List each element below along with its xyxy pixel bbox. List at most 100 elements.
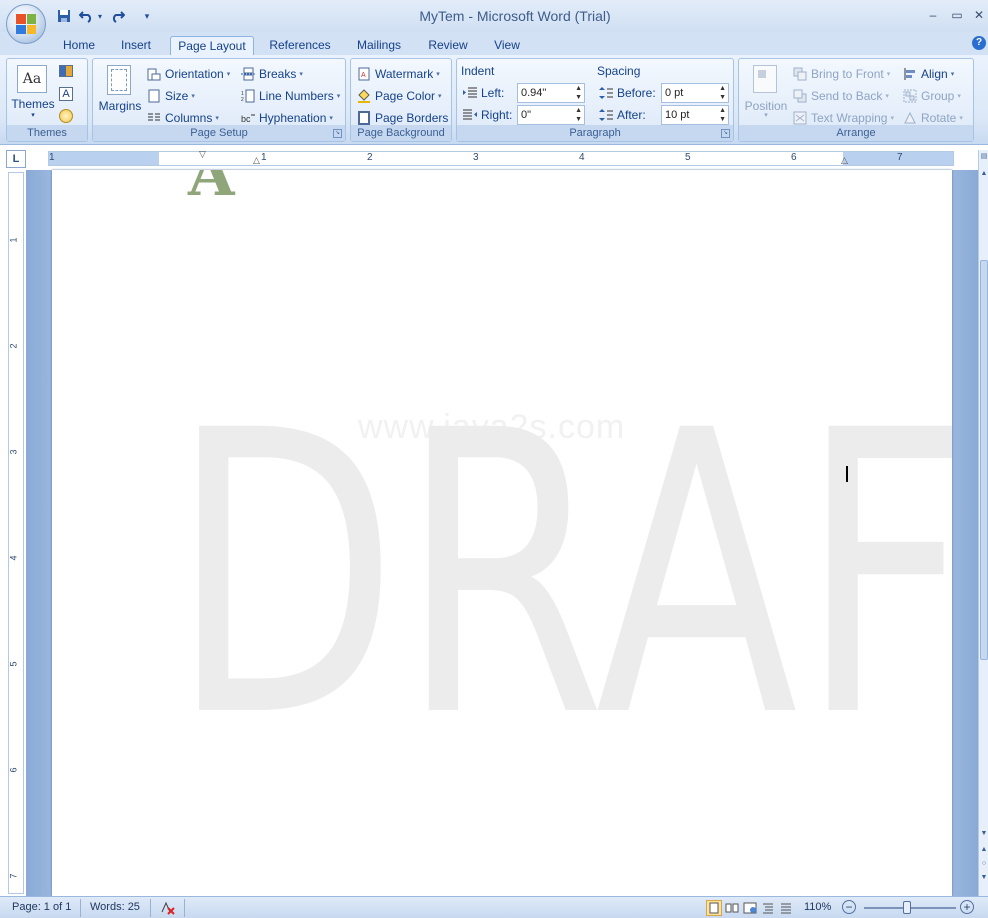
window-title: MyTem - Microsoft Word (Trial) [419, 8, 611, 24]
page-color-button[interactable]: Page Color ▾ [357, 87, 442, 105]
scroll-down-icon[interactable]: ▼ [979, 830, 988, 837]
page-background-group: A Watermark ▾ Page Color ▾ Page Borders Pa… [350, 58, 452, 142]
spin-arrows-icon[interactable]: ▲ ▼ [575, 106, 582, 124]
zoom-slider-thumb[interactable] [903, 901, 911, 914]
theme-fonts-icon[interactable]: A [59, 87, 73, 101]
tab-references[interactable]: References [266, 36, 334, 56]
text-cursor [846, 466, 848, 482]
text-wrapping-icon [793, 111, 807, 125]
bring-to-front-icon [793, 67, 807, 81]
group-button[interactable]: Group ▾ [903, 87, 961, 105]
ruler-number: 2 [367, 152, 373, 163]
position-icon[interactable] [753, 65, 777, 93]
ruler-number: 4 [579, 152, 585, 163]
spacing-before-input[interactable]: 0 pt ▲ ▼ [661, 83, 729, 103]
ruler-left-margin [49, 152, 159, 165]
maximize-button[interactable]: ▭ [948, 8, 966, 24]
zoom-out-button[interactable]: − [842, 900, 856, 914]
bring-to-front-button[interactable]: Bring to Front ▾ [793, 65, 890, 83]
margins-icon[interactable] [107, 65, 131, 95]
send-to-back-icon [793, 89, 807, 103]
zoom-in-button[interactable]: + [960, 900, 974, 914]
page-borders-icon [357, 111, 371, 125]
tab-insert[interactable]: Insert [114, 36, 158, 56]
watermark-icon: A [357, 67, 371, 81]
scroll-up-icon[interactable]: ▲ [979, 170, 988, 177]
ruler-number: 4 [8, 555, 19, 561]
paint-bucket-icon [357, 89, 371, 103]
help-icon[interactable]: ? [972, 36, 986, 50]
spacing-before-label: Before: [599, 84, 656, 102]
select-browse-object-icon[interactable]: ○ [979, 860, 988, 867]
ruler-number: 1 [49, 152, 55, 163]
themes-group-label: Themes [7, 125, 87, 141]
orientation-button[interactable]: Orientation ▾ [147, 65, 230, 83]
hanging-indent-icon[interactable]: △ [253, 155, 260, 166]
next-page-icon[interactable]: ▼ [979, 874, 988, 881]
vertical-scrollbar[interactable]: ▤ ▲ ▼ ▲ ○ ▼ [978, 150, 988, 896]
theme-effects-icon[interactable] [59, 109, 73, 123]
theme-colors-icon[interactable] [59, 65, 73, 77]
watermark-button[interactable]: A Watermark ▾ [357, 65, 440, 83]
minimize-button[interactable]: – [924, 8, 942, 24]
tab-home[interactable]: Home [58, 36, 100, 56]
scroll-thumb[interactable] [980, 260, 988, 660]
page-count[interactable]: Page: 1 of 1 [12, 901, 71, 913]
indent-left-input[interactable]: 0.94" ▲ ▼ [517, 83, 585, 103]
tab-selector-button[interactable]: L [6, 150, 26, 168]
ruler-number: 1 [261, 152, 267, 163]
web-layout-view-icon[interactable] [742, 900, 758, 916]
ribbon-tabs: Home Insert Page Layout References Maili… [0, 32, 988, 56]
full-screen-reading-icon[interactable] [724, 900, 740, 916]
spin-arrows-icon[interactable]: ▲ ▼ [575, 84, 582, 102]
line-numbers-button[interactable]: 12 Line Numbers ▾ [241, 87, 340, 105]
ruler-number: 5 [8, 661, 19, 667]
themes-button[interactable]: Themes [9, 97, 57, 111]
breaks-button[interactable]: Breaks ▾ [241, 65, 303, 83]
first-line-indent-icon[interactable]: ▽ [199, 149, 206, 160]
align-button[interactable]: Align ▾ [903, 65, 954, 83]
document-area: A www.java2s.com DRAFT [26, 170, 978, 896]
tab-view[interactable]: View [488, 36, 526, 56]
spacing-before-icon [599, 86, 613, 100]
ruler-toggle-icon[interactable]: ▤ [979, 152, 988, 160]
proofing-errors-icon[interactable] [160, 900, 176, 916]
send-to-back-button[interactable]: Send to Back ▾ [793, 87, 889, 105]
themes-thumbnail-icon[interactable]: Aa [17, 65, 47, 93]
columns-icon [147, 111, 161, 125]
spacing-after-input[interactable]: 10 pt ▲ ▼ [661, 105, 729, 125]
indent-left-label: Left: [463, 84, 504, 102]
previous-page-icon[interactable]: ▲ [979, 846, 988, 853]
office-button[interactable] [6, 4, 46, 44]
tab-review[interactable]: Review [424, 36, 472, 56]
themes-caret-icon[interactable]: ▾ [9, 111, 57, 119]
close-button[interactable]: ✕ [970, 8, 988, 24]
margins-button[interactable]: Margins [95, 99, 145, 113]
spin-arrows-icon[interactable]: ▲ ▼ [719, 106, 726, 124]
document-top-letter: A [188, 170, 235, 210]
zoom-level[interactable]: 110% [804, 901, 831, 913]
spacing-after-icon [599, 108, 613, 122]
position-caret-icon: ▾ [764, 112, 768, 119]
breaks-icon [241, 67, 255, 81]
outline-view-icon[interactable] [760, 900, 776, 916]
document-page[interactable]: A www.java2s.com DRAFT [52, 170, 952, 896]
spacing-after-label: After: [599, 106, 646, 124]
page-setup-group-label: Page Setup [93, 125, 345, 141]
align-icon [903, 67, 917, 81]
horizontal-ruler[interactable]: 1 1 2 3 4 5 6 7 ▽ △ △ [48, 149, 954, 166]
tab-page-layout[interactable]: Page Layout [170, 36, 254, 56]
tab-mailings[interactable]: Mailings [350, 36, 408, 56]
print-layout-view-icon[interactable] [706, 900, 722, 916]
svg-text:A: A [361, 72, 366, 79]
right-indent-icon[interactable]: △ [841, 155, 848, 166]
paragraph-launcher-icon[interactable]: ↘ [721, 129, 730, 138]
indent-right-input[interactable]: 0" ▲ ▼ [517, 105, 585, 125]
word-count[interactable]: Words: 25 [90, 901, 140, 913]
ruler-number: 1 [8, 237, 19, 243]
draft-view-icon[interactable] [778, 900, 794, 916]
page-setup-launcher-icon[interactable]: ↘ [333, 129, 342, 138]
size-button[interactable]: Size ▾ [147, 87, 195, 105]
ribbon: Aa Themes ▾ A Themes Margins Orientation… [0, 55, 988, 145]
spin-arrows-icon[interactable]: ▲ ▼ [719, 84, 726, 102]
